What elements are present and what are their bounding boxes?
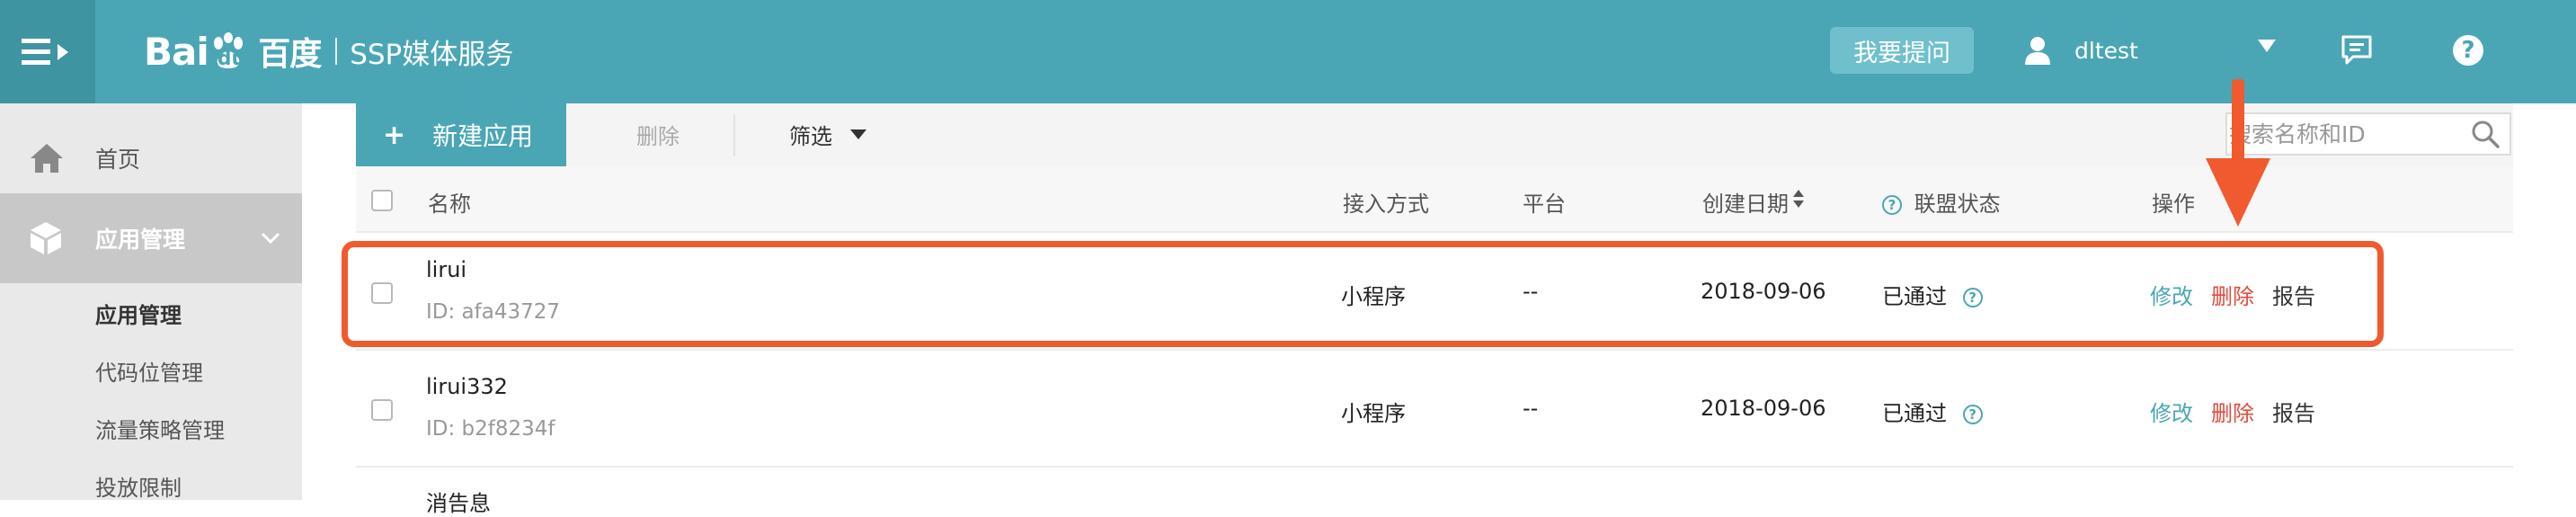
row-divider [356, 349, 2513, 351]
select-all-checkbox[interactable] [371, 190, 393, 211]
logo-cn-text: 百度 [258, 36, 322, 73]
chevron-down-icon [850, 129, 866, 139]
menu-toggle-icon[interactable] [0, 0, 95, 103]
sidebar-subitem-traffic-strategy[interactable]: 流量策略管理 [95, 413, 225, 444]
logo-divider [335, 38, 338, 65]
row-id: ID: b2f8234f [426, 417, 555, 441]
arrow-annotation [2206, 79, 2270, 227]
column-header-status-label: 联盟状态 [1914, 192, 2001, 217]
sort-icon[interactable] [1792, 186, 1805, 211]
logo-du-text: du [217, 47, 246, 70]
user-icon [2025, 37, 2050, 65]
chevron-down-icon[interactable] [2258, 40, 2276, 52]
column-header-date[interactable]: 创建日期 [1702, 186, 1789, 218]
row-divider [356, 466, 2513, 468]
question-icon[interactable]: ? [1962, 405, 1983, 424]
sidebar-item-label: 首页 [95, 147, 141, 173]
baidu-logo[interactable]: Bai du 百度 SSP媒体服务 [144, 20, 513, 83]
row-access: 小程序 [1341, 401, 1406, 426]
user-menu[interactable]: dltest [2024, 27, 2138, 74]
highlight-box [342, 241, 2384, 347]
edit-link[interactable]: 修改 [2150, 396, 2193, 427]
column-header-platform: 平台 [1523, 192, 1566, 217]
search-icon[interactable] [2470, 119, 2500, 149]
plus-icon: + [383, 119, 406, 151]
toolbar [356, 103, 2513, 166]
column-header-name: 名称 [428, 192, 471, 217]
row-name: lirui332 [426, 374, 508, 399]
new-app-label: 新建应用 [432, 121, 534, 151]
sidebar-subitem-delivery-limit[interactable]: 投放限制 [95, 470, 182, 502]
sidebar-item-label: 应用管理 [95, 227, 186, 253]
username: dltest [2074, 37, 2138, 64]
column-header-status: ? 联盟状态 [1882, 186, 2001, 218]
home-icon [31, 144, 63, 173]
sidebar: 首页 应用管理 应用管理 代码位管理 流量策略管理 投放限制 [0, 103, 302, 502]
row-checkbox[interactable] [371, 399, 393, 421]
row-name: 消告息 [426, 491, 491, 516]
row-status-label: 已通过 [1882, 401, 1947, 426]
filter-button[interactable]: 筛选 [789, 119, 866, 150]
toolbar-divider [733, 114, 735, 156]
ask-question-button[interactable]: 我要提问 [1830, 27, 1974, 74]
report-link[interactable]: 报告 [2272, 396, 2315, 427]
sidebar-item-app-management[interactable]: 应用管理 [0, 193, 302, 283]
question-icon[interactable]: ? [1882, 195, 1902, 215]
service-name: SSP媒体服务 [350, 38, 514, 71]
row-status: 已通过 ? [1882, 396, 1983, 427]
top-header: Bai du 百度 SSP媒体服务 我要提问 dltest ? [0, 0, 2576, 103]
sidebar-subitem-app-management[interactable]: 应用管理 [95, 298, 182, 329]
logo-bai-text: Bai [144, 29, 209, 74]
row-date: 2018-09-06 [1701, 396, 1826, 421]
delete-link[interactable]: 删除 [2211, 396, 2254, 427]
column-header-actions: 操作 [2152, 192, 2195, 217]
sidebar-item-home[interactable]: 首页 [0, 123, 302, 193]
chat-icon[interactable] [2341, 34, 2373, 67]
sidebar-subitem-code-slot[interactable]: 代码位管理 [95, 355, 203, 387]
chevron-down-icon [261, 232, 280, 245]
help-icon[interactable]: ? [2453, 35, 2483, 66]
delete-button[interactable]: 删除 [636, 119, 680, 150]
cube-icon [31, 222, 61, 254]
filter-label: 筛选 [789, 124, 832, 149]
column-header-access: 接入方式 [1343, 192, 1429, 217]
new-app-button[interactable]: + 新建应用 [356, 103, 566, 166]
row-platform: -- [1523, 396, 1539, 421]
